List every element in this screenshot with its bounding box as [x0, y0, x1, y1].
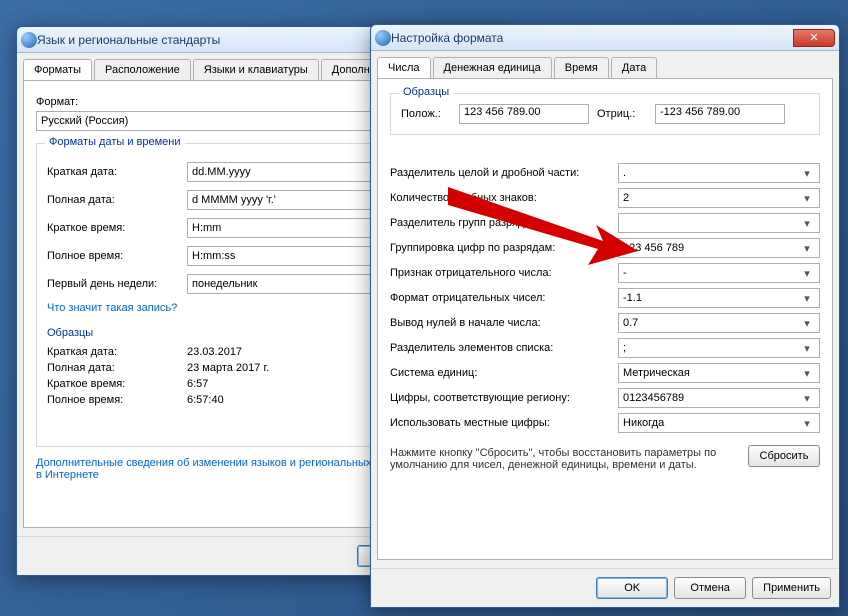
- sample-long-date-k: Полная дата:: [47, 362, 187, 374]
- setting-row: Разделитель элементов списка:;▾: [390, 338, 820, 358]
- tab-body: Образцы Полож.: 123 456 789.00 Отриц.: -…: [377, 78, 833, 560]
- button-bar: OK Отмена Применить: [371, 568, 839, 607]
- chevron-down-icon: ▾: [799, 417, 815, 430]
- tab-numbers[interactable]: Числа: [377, 57, 431, 79]
- globe-icon: [21, 32, 37, 48]
- setting-label: Признак отрицательного числа:: [390, 267, 610, 279]
- setting-value: 2: [623, 192, 629, 204]
- chevron-down-icon: ▾: [799, 317, 815, 330]
- chevron-down-icon: ▾: [799, 267, 815, 280]
- setting-row: Вывод нулей в начале числа: 0.7 ▾: [390, 313, 820, 333]
- setting-value: ;: [623, 342, 626, 354]
- setting-dropdown[interactable]: ▾: [618, 213, 820, 233]
- sample-short-date-v: 23.03.2017: [187, 346, 242, 358]
- chevron-down-icon: ▾: [799, 367, 815, 380]
- settings-rows: Разделитель целой и дробной части:.▾Коли…: [390, 163, 820, 433]
- sample-short-date-k: Краткая дата:: [47, 346, 187, 358]
- chevron-down-icon: ▾: [799, 192, 815, 205]
- sample-short-time-v: 6:57: [187, 378, 208, 390]
- setting-dropdown[interactable]: 123 456 789 ▾: [618, 238, 820, 258]
- long-time-label: Полное время:: [47, 250, 187, 262]
- tab-keyboards[interactable]: Языки и клавиатуры: [193, 59, 319, 80]
- setting-row: Группировка цифр по разрядам: 123 456 789…: [390, 238, 820, 258]
- sample-long-time-k: Полное время:: [47, 394, 187, 406]
- setting-label: Разделитель целой и дробной части:: [390, 167, 610, 179]
- setting-dropdown[interactable]: -1.1 ▾: [618, 288, 820, 308]
- ok-button[interactable]: OK: [596, 577, 668, 599]
- chevron-down-icon: ▾: [799, 242, 815, 255]
- chevron-down-icon: ▾: [799, 167, 815, 180]
- sample-long-time-v: 6:57:40: [187, 394, 224, 406]
- sample-long-date-v: 23 марта 2017 г.: [187, 362, 269, 374]
- samples-group: Образцы Полож.: 123 456 789.00 Отриц.: -…: [390, 93, 820, 135]
- negative-label: Отриц.:: [597, 108, 647, 120]
- setting-label: Цифры, соответствующие региону:: [390, 392, 610, 404]
- setting-label: Использовать местные цифры:: [390, 417, 610, 429]
- setting-label: Система единиц:: [390, 367, 610, 379]
- setting-row: Система единиц: Метрическая ▾: [390, 363, 820, 383]
- setting-dropdown[interactable]: 2▾: [618, 188, 820, 208]
- sample-short-time-k: Краткое время:: [47, 378, 187, 390]
- globe-icon: [375, 30, 391, 46]
- reset-button[interactable]: Сбросить: [748, 445, 820, 467]
- setting-label: Формат отрицательных чисел:: [390, 292, 610, 304]
- setting-dropdown[interactable]: ;▾: [618, 338, 820, 358]
- short-time-label: Краткое время:: [47, 222, 187, 234]
- setting-row: Использовать местные цифры: Никогда ▾: [390, 413, 820, 433]
- setting-row: Признак отрицательного числа:-▾: [390, 263, 820, 283]
- chevron-down-icon: ▾: [799, 217, 815, 230]
- titlebar[interactable]: Настройка формата ✕: [371, 25, 839, 51]
- setting-value: -1.1: [623, 292, 642, 304]
- setting-label: Вывод нулей в начале числа:: [390, 317, 610, 329]
- setting-value: 0.7: [623, 317, 638, 329]
- setting-dropdown[interactable]: 0.7 ▾: [618, 313, 820, 333]
- group-legend: Образцы: [399, 86, 453, 98]
- tab-currency[interactable]: Денежная единица: [433, 57, 552, 78]
- reset-note: Нажмите кнопку "Сбросить", чтобы восстан…: [390, 447, 720, 471]
- setting-value: Метрическая: [623, 367, 690, 379]
- short-date-label: Краткая дата:: [47, 166, 187, 178]
- format-value: Русский (Россия): [41, 115, 128, 127]
- tabs: Числа Денежная единица Время Дата: [371, 51, 839, 78]
- setting-row: Цифры, соответствующие региону: 012345678…: [390, 388, 820, 408]
- setting-label: Разделитель групп разрядов:: [390, 217, 610, 229]
- apply-button[interactable]: Применить: [752, 577, 831, 599]
- setting-value: 123 456 789: [623, 242, 684, 254]
- setting-value: 0123456789: [623, 392, 684, 404]
- group-legend: Форматы даты и времени: [45, 136, 185, 148]
- setting-dropdown[interactable]: 0123456789 ▾: [618, 388, 820, 408]
- setting-row: Разделитель групп разрядов: ▾: [390, 213, 820, 233]
- setting-value: -: [623, 267, 627, 279]
- setting-label: Разделитель элементов списка:: [390, 342, 610, 354]
- long-date-label: Полная дата:: [47, 194, 187, 206]
- setting-label: Группировка цифр по разрядам:: [390, 242, 610, 254]
- setting-dropdown[interactable]: Никогда ▾: [618, 413, 820, 433]
- tab-date[interactable]: Дата: [611, 57, 657, 78]
- close-button[interactable]: ✕: [793, 29, 835, 47]
- setting-row: Формат отрицательных чисел: -1.1 ▾: [390, 288, 820, 308]
- setting-dropdown[interactable]: Метрическая ▾: [618, 363, 820, 383]
- setting-dropdown[interactable]: -▾: [618, 263, 820, 283]
- setting-value: Никогда: [623, 417, 664, 429]
- tab-time[interactable]: Время: [554, 57, 609, 78]
- setting-value: .: [623, 167, 626, 179]
- first-day-label: Первый день недели:: [47, 278, 187, 290]
- close-icon: ✕: [809, 31, 818, 44]
- setting-row: Количество дробных знаков:2▾: [390, 188, 820, 208]
- setting-row: Разделитель целой и дробной части:.▾: [390, 163, 820, 183]
- negative-sample: -123 456 789.00: [655, 104, 785, 124]
- chevron-down-icon: ▾: [799, 292, 815, 305]
- window-title: Настройка формата: [391, 31, 793, 45]
- tab-location[interactable]: Расположение: [94, 59, 191, 80]
- positive-label: Полож.:: [401, 108, 451, 120]
- setting-dropdown[interactable]: .▾: [618, 163, 820, 183]
- customize-format-dialog: Настройка формата ✕ Числа Денежная едини…: [370, 24, 840, 608]
- chevron-down-icon: ▾: [799, 342, 815, 355]
- tab-formats[interactable]: Форматы: [23, 59, 92, 81]
- chevron-down-icon: ▾: [799, 392, 815, 405]
- setting-label: Количество дробных знаков:: [390, 192, 610, 204]
- positive-sample: 123 456 789.00: [459, 104, 589, 124]
- cancel-button[interactable]: Отмена: [674, 577, 746, 599]
